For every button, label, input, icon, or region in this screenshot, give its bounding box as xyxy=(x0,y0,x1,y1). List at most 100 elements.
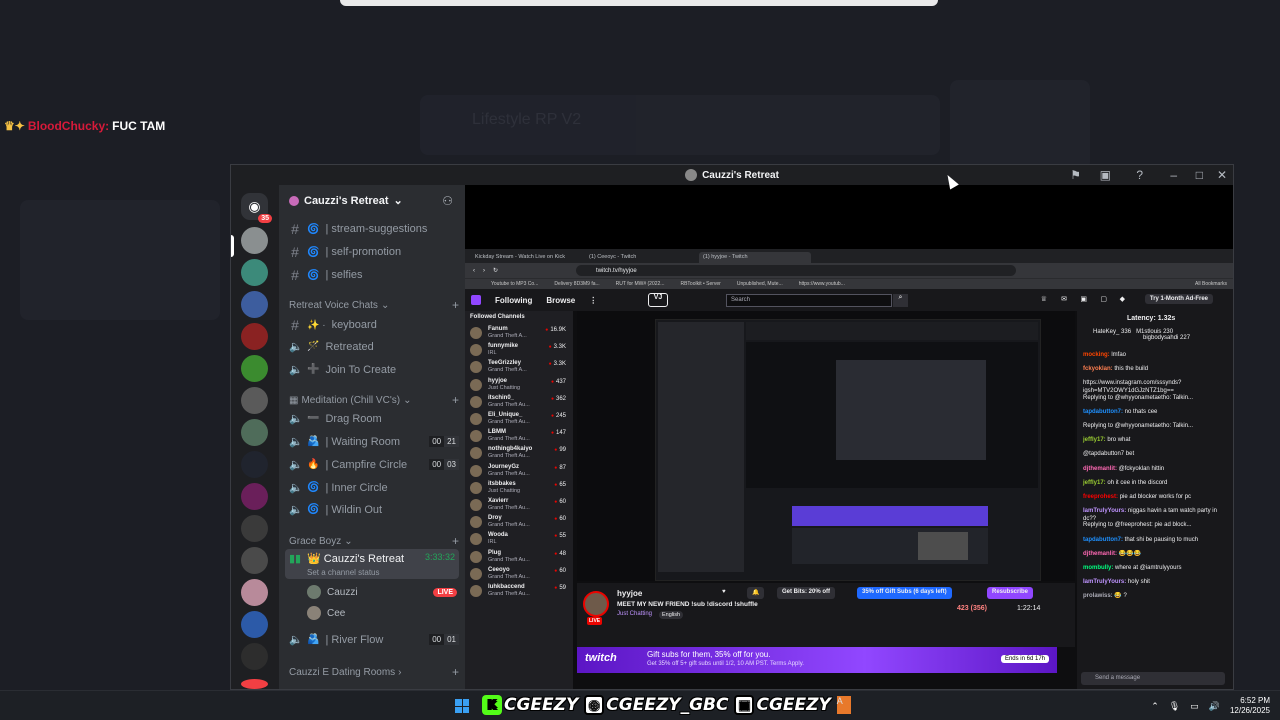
add-channel-icon[interactable]: + xyxy=(452,298,459,312)
channel-viewers: 245 xyxy=(551,413,566,419)
channel-label: Retreated xyxy=(325,340,374,353)
windows-start-icon[interactable] xyxy=(455,699,469,713)
add-channel-icon[interactable]: + xyxy=(452,665,459,679)
channel-status[interactable]: Set a channel status xyxy=(307,568,404,577)
server-icon[interactable] xyxy=(241,547,268,574)
chat-message: Replying to @whyyonametaetho: Talkin... xyxy=(1083,422,1227,430)
avatar xyxy=(470,395,482,408)
channel-campfire-circle[interactable]: 🔈 🔥 | Campfire Circle 00 03 xyxy=(289,458,459,471)
server-icon[interactable] xyxy=(241,259,268,286)
chat-username: fckyoklan: xyxy=(1083,366,1113,373)
channel-emoji-icon: ➕ xyxy=(307,364,320,375)
stream-category: Just Chatting xyxy=(617,611,653,617)
system-clock[interactable]: 6:52 PM 12/26/2025 xyxy=(1230,696,1270,716)
social-kick: K CGEEZY xyxy=(482,695,578,715)
microphone-icon[interactable]: 🎙 xyxy=(1169,701,1180,712)
server-icon[interactable] xyxy=(241,387,268,414)
channel-retreated[interactable]: 🔈 🪄 Retreated xyxy=(289,340,459,354)
help-icon[interactable]: ? xyxy=(1136,168,1143,182)
channel-drag-room[interactable]: 🔈 ➖ Drag Room xyxy=(289,412,459,426)
channel-viewers: 99 xyxy=(554,447,566,453)
category-retreat-voice[interactable]: Retreat Voice Chats ⌄ + xyxy=(289,298,459,312)
channel-emoji-icon: 🫂 xyxy=(307,634,320,645)
browser-top-bar xyxy=(340,0,938,6)
server-icon[interactable] xyxy=(241,355,268,382)
chat-text: this the build xyxy=(1114,366,1149,373)
channel-label: | Waiting Room xyxy=(325,435,401,448)
channel-game: Grand Theft Au... xyxy=(488,573,530,580)
chat-message: tapdabutton7: no thats cee xyxy=(1083,408,1227,416)
category-meditation[interactable]: ▦ Meditation (Chill VC's) ⌄ + xyxy=(289,393,459,407)
add-channel-icon[interactable]: + xyxy=(452,393,459,407)
server-icon[interactable] xyxy=(241,679,268,689)
close-icon[interactable]: ✕ xyxy=(1217,168,1227,182)
stream-view[interactable]: Kickday Stream - Watch Live on Kick (1) … xyxy=(465,185,1233,689)
minimize-icon[interactable]: – xyxy=(1170,168,1177,182)
browser-tabs: Kickday Stream - Watch Live on Kick (1) … xyxy=(465,249,1233,263)
chat-text: 😂 ? xyxy=(1114,593,1127,600)
notifications-icon: ▣ xyxy=(1080,296,1087,303)
channel-label: Join To Create xyxy=(325,363,397,376)
chevron-up-icon[interactable]: ⌃ xyxy=(1151,701,1159,712)
channel-join-to-create[interactable]: 🔈 ➕ Join To Create xyxy=(289,363,459,377)
bookmark: Delivery 8D3M9 fa... xyxy=(554,281,600,287)
server-icon[interactable] xyxy=(241,451,268,478)
app-icon[interactable]: A xyxy=(836,696,851,714)
more-icon: ⋮ xyxy=(589,295,598,305)
server-icon[interactable] xyxy=(241,227,268,254)
chat-text: 😂😂😂 xyxy=(1118,550,1142,557)
server-icon[interactable] xyxy=(241,291,268,318)
guild-name: Cauzzi's Retreat xyxy=(304,194,389,207)
server-icon[interactable] xyxy=(241,611,268,638)
discord-home-button[interactable]: ◉ 35 xyxy=(241,193,272,223)
channel-stream-suggestions[interactable]: # 🌀 | stream-suggestions xyxy=(289,221,459,237)
channel-waiting-room[interactable]: 🔈 🫂 | Waiting Room 00 21 xyxy=(289,435,459,448)
network-icon[interactable]: ▭ xyxy=(1190,701,1199,712)
background-panel: Lifestyle RP V2 xyxy=(420,95,940,155)
bookmark: RUT for MW# (2022... xyxy=(615,281,665,287)
chat-message: freeprohest: pie ad blocker works for pc xyxy=(1083,493,1227,501)
window-title-text: Cauzzi's Retreat xyxy=(702,169,779,181)
server-icon[interactable] xyxy=(241,323,268,350)
inbox-icon[interactable]: ▣ xyxy=(1100,168,1111,182)
maximize-icon[interactable]: □ xyxy=(1196,168,1203,182)
channel-river-flow[interactable]: 🔈 🫂 | River Flow 00 01 xyxy=(289,633,459,646)
volume-icon[interactable]: 🔊 xyxy=(1209,701,1220,712)
avatar xyxy=(470,585,482,597)
add-channel-icon[interactable]: + xyxy=(452,534,459,548)
category-dating-rooms[interactable]: Cauzzi E Dating Rooms › + xyxy=(289,665,459,679)
channel-viewers: 65 xyxy=(554,482,566,488)
server-icon[interactable] xyxy=(241,579,268,606)
category-grace-boyz[interactable]: Grace Boyz ⌄ + xyxy=(289,534,459,548)
server-icon[interactable] xyxy=(241,643,268,670)
channel-cauzzis-retreat-active[interactable]: ▮▮ 👑 Cauzzi's Retreat Set a channel stat… xyxy=(285,549,459,579)
twitch-banner-logo: twitch xyxy=(585,652,617,664)
chat-text: https://www.instagram.com/sssynds?igsh=M… xyxy=(1083,380,1182,395)
hash-icon: # xyxy=(291,244,299,260)
guild-header[interactable]: Cauzzi's Retreat ⌄ xyxy=(289,194,403,207)
chevron-right-icon: › xyxy=(398,666,402,678)
channel-emoji-icon: ➖ xyxy=(307,413,320,424)
gift-subs-button: 35% off Gift Subs (6 days left) xyxy=(857,587,952,599)
chat-text: bro what xyxy=(1107,437,1131,444)
invite-user-icon[interactable]: ⚇ xyxy=(442,194,453,208)
flag-icon[interactable]: ⚑ xyxy=(1070,168,1081,182)
chat-message: mocking: lmfao xyxy=(1083,351,1227,359)
user-limit-badge: 00 21 xyxy=(429,436,459,447)
url-field: twitch.tv/hyyjoe xyxy=(576,265,1017,276)
voice-user-cee[interactable]: Cee xyxy=(307,606,457,620)
channel-emoji-icon: 🌀 xyxy=(307,504,320,515)
twitch-topnav: Following Browse ⋮ VJ Search ⌕ ♕ ✉ ▣ ▢ ◆… xyxy=(465,289,1233,311)
voice-user-cauzzi[interactable]: Cauzzi LIVE xyxy=(307,585,457,599)
channel-self-promotion[interactable]: # 🌀 | self-promotion xyxy=(289,244,459,260)
server-icon[interactable] xyxy=(241,419,268,446)
chat-text: holy shit xyxy=(1127,579,1150,586)
channel-keyboard[interactable]: # ✨ · keyboard xyxy=(289,317,459,333)
channel-wildin-out[interactable]: 🔈 🌀 | Wildin Out xyxy=(289,503,459,517)
channel-selfies[interactable]: # 🌀 | selfies xyxy=(289,267,459,283)
channel-emoji-icon: ✨ · xyxy=(307,319,326,331)
channel-inner-circle[interactable]: 🔈 🌀 | Inner Circle xyxy=(289,481,459,495)
speaker-icon: 🔈 xyxy=(289,436,303,448)
server-icon[interactable] xyxy=(241,515,268,542)
server-icon[interactable] xyxy=(241,483,268,510)
